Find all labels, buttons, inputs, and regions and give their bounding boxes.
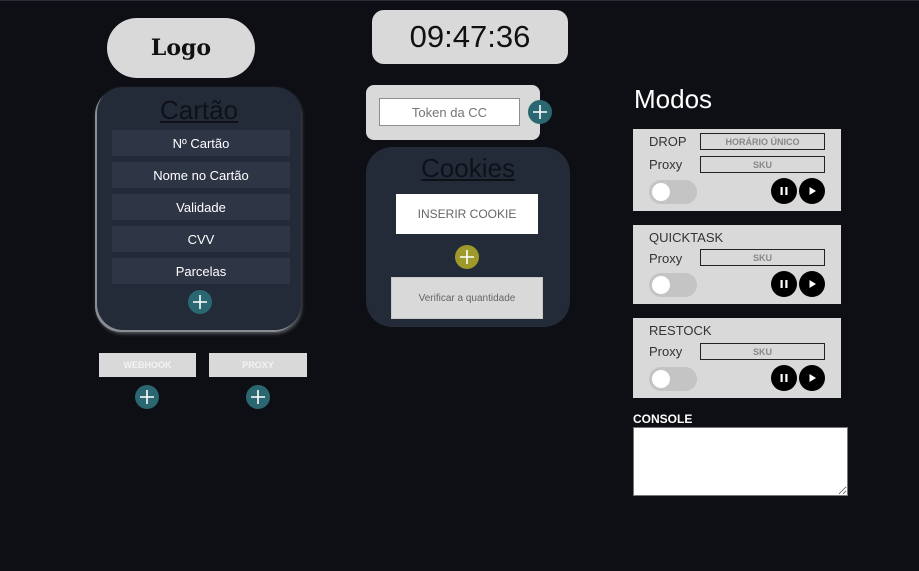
plus-icon: [460, 250, 474, 264]
sku-field[interactable]: SKU: [700, 249, 825, 266]
token-box: [366, 85, 540, 140]
card-cvv-field[interactable]: CVV: [112, 226, 290, 252]
mode-restock: RESTOCK Proxy SKU: [633, 318, 841, 398]
play-button[interactable]: [799, 271, 825, 297]
toggle-knob: [652, 183, 670, 201]
modes-title: Modos: [634, 84, 713, 114]
pause-button[interactable]: [771, 178, 797, 204]
pause-button[interactable]: [771, 365, 797, 391]
card-panel: Cartão Nº Cartão Nome no Cartão Validade…: [97, 87, 301, 330]
proxy-button[interactable]: PROXY: [209, 353, 307, 377]
webhook-button[interactable]: WEBHOOK: [99, 353, 196, 377]
card-expiry-field[interactable]: Validade: [112, 194, 290, 220]
toggle-knob: [652, 276, 670, 294]
play-button[interactable]: [799, 365, 825, 391]
sku-field[interactable]: SKU: [700, 343, 825, 360]
mode-name: QUICKTASK: [649, 230, 724, 245]
add-cookie-button[interactable]: [455, 245, 479, 269]
plus-icon: [193, 295, 207, 309]
play-icon: [809, 374, 816, 382]
token-input[interactable]: [379, 98, 520, 126]
pause-icon: [780, 187, 788, 195]
mode-drop: DROP HORÁRIO ÚNICO Proxy SKU: [633, 129, 841, 211]
play-icon: [809, 187, 816, 195]
mode-quicktask: QUICKTASK Proxy SKU: [633, 225, 841, 304]
add-card-button[interactable]: [188, 290, 212, 314]
logo: Logo: [107, 18, 255, 78]
cookies-panel: Cookies INSERIR COOKIE Verificar a quant…: [366, 147, 570, 327]
mode-name: RESTOCK: [649, 323, 712, 338]
card-name-field[interactable]: Nome no Cartão: [112, 162, 290, 188]
proxy-label: Proxy: [649, 344, 683, 359]
mode-name: DROP: [649, 134, 687, 149]
proxy-label: Proxy: [649, 251, 683, 266]
card-title: Cartão: [159, 95, 239, 125]
verify-quantity-button[interactable]: Verificar a quantidade: [391, 277, 543, 319]
console-textarea[interactable]: [633, 427, 848, 496]
schedule-field[interactable]: HORÁRIO ÚNICO: [700, 133, 825, 150]
console-label: CONSOLE: [633, 412, 693, 426]
clock-display: 09:47:36: [372, 10, 568, 64]
cookies-title: Cookies: [421, 153, 515, 183]
mode-toggle[interactable]: [649, 273, 697, 297]
card-number-field[interactable]: Nº Cartão: [112, 130, 290, 156]
add-webhook-button[interactable]: [135, 385, 159, 409]
pause-button[interactable]: [771, 271, 797, 297]
card-installments-field[interactable]: Parcelas: [112, 258, 290, 284]
toggle-knob: [652, 370, 670, 388]
plus-icon: [533, 105, 547, 119]
pause-icon: [780, 374, 788, 382]
play-icon: [809, 280, 816, 288]
pause-icon: [780, 280, 788, 288]
add-token-button[interactable]: [528, 100, 552, 124]
sku-field[interactable]: SKU: [700, 156, 825, 173]
mode-toggle[interactable]: [649, 180, 697, 204]
plus-icon: [140, 390, 154, 404]
play-button[interactable]: [799, 178, 825, 204]
add-proxy-button[interactable]: [246, 385, 270, 409]
mode-toggle[interactable]: [649, 367, 697, 391]
proxy-label: Proxy: [649, 157, 683, 172]
plus-icon: [251, 390, 265, 404]
cookie-input[interactable]: INSERIR COOKIE: [396, 194, 538, 234]
